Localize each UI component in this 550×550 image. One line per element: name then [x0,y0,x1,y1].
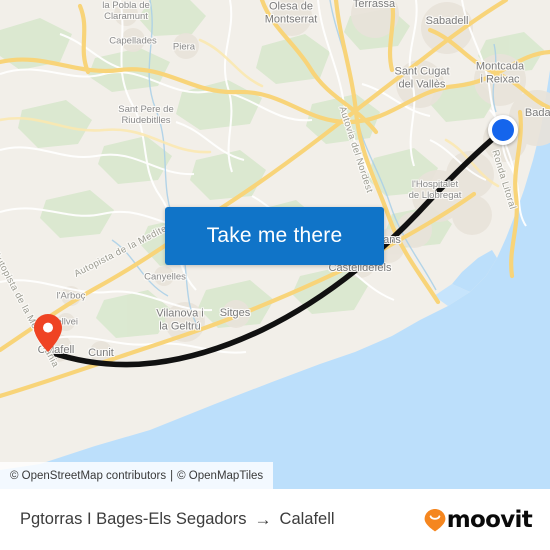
map-attribution: © OpenStreetMap contributors | © OpenMap… [0,462,274,489]
arrow-right-icon: → [254,509,272,529]
attribution-openstreetmap[interactable]: © OpenStreetMap contributors [10,470,166,482]
origin-marker[interactable] [488,115,518,145]
attribution-openmaptiles[interactable]: © OpenMapTiles [177,470,263,482]
moovit-logo[interactable]: moovit [424,506,533,533]
moovit-pin-icon [424,508,446,531]
route-summary: Pgtorras I Bages-Els Segadors → Calafell [20,510,335,530]
moovit-wordmark: moovit [446,506,533,533]
map-canvas[interactable]: la Pobla de Claramunt Olesa de Montserrat… [0,0,550,489]
route-destination-label: Calafell [279,510,335,528]
footer-bar: Pgtorras I Bages-Els Segadors → Calafell… [0,489,550,550]
take-me-there-button[interactable]: Take me there [165,207,384,265]
attribution-separator: | [170,469,174,482]
destination-marker[interactable] [34,314,62,352]
route-origin-label: Pgtorras I Bages-Els Segadors [20,510,247,528]
map-pin-icon [34,314,62,352]
moovit-map-screenshot: la Pobla de Claramunt Olesa de Montserrat… [0,0,550,550]
